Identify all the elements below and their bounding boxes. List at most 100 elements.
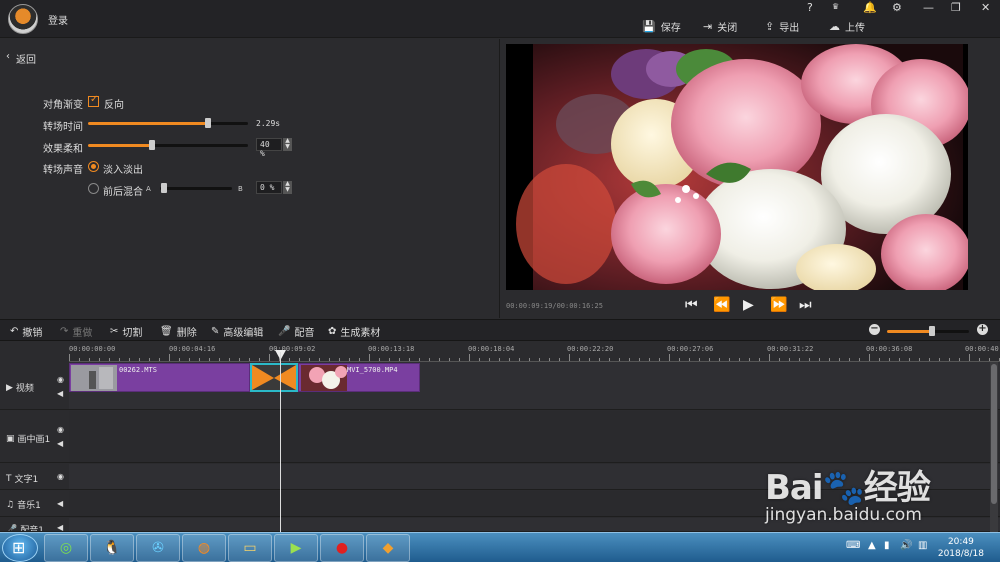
maximize-icon[interactable]: ❐: [951, 1, 961, 14]
softness-slider[interactable]: [88, 140, 248, 150]
eye-icon[interactable]: ◉: [57, 425, 64, 434]
fade-radio[interactable]: [88, 161, 99, 172]
softness-spinner[interactable]: ▲ ▼: [283, 138, 292, 151]
taskbar-app-editor[interactable]: ◆: [366, 534, 410, 562]
transition-settings-panel: ‹ 返回 对角渐变 反向 转场时间 2.29s 效果柔和 40 % ▲▼ 转场声…: [0, 39, 500, 318]
softness-input[interactable]: 40 %: [256, 138, 282, 158]
export-button[interactable]: ⇪ 导出: [765, 18, 799, 34]
tray-arrow-icon[interactable]: ▲: [868, 540, 876, 551]
zoom-slider[interactable]: [887, 326, 969, 336]
track-header-music[interactable]: ♫ 音乐1 ◀: [0, 491, 69, 517]
app-logo-avatar[interactable]: [8, 4, 38, 34]
taskbar-app-explorer[interactable]: ▭: [228, 534, 272, 562]
softness-slider-knob[interactable]: [149, 140, 155, 150]
ruler-tick: [609, 358, 610, 361]
mix-spinner[interactable]: ▲ ▼: [283, 181, 292, 194]
track-header-text[interactable]: T 文字1 ◉: [0, 464, 69, 490]
gear-icon[interactable]: ⚙: [892, 1, 902, 14]
volume-icon[interactable]: 🔊: [900, 540, 912, 551]
ruler-tick: [89, 358, 90, 361]
ruler-tick: [659, 358, 660, 361]
minimize-icon[interactable]: —: [923, 1, 934, 14]
redo-icon: ↷: [60, 326, 69, 337]
duration-slider[interactable]: [88, 118, 248, 128]
login-link[interactable]: 登录: [48, 12, 68, 27]
zoom-slider-knob[interactable]: [929, 326, 935, 336]
reverse-checkbox[interactable]: [88, 94, 99, 107]
redo-label: 重做: [72, 328, 93, 339]
back-button[interactable]: ‹ 返回: [6, 51, 36, 66]
upload-button[interactable]: ☁ 上传: [829, 18, 865, 34]
close-button[interactable]: ⇥ 关闭: [703, 18, 737, 34]
save-button[interactable]: 💾 保存: [642, 18, 681, 34]
speaker-icon[interactable]: ◀: [57, 499, 63, 508]
step-forward-icon[interactable]: ⏩: [770, 297, 787, 313]
taskbar-app-player[interactable]: ▶: [274, 534, 318, 562]
skip-start-icon[interactable]: ⏮: [685, 297, 698, 313]
ruler-tick: [909, 358, 910, 361]
delete-button[interactable]: 🗑 删除: [160, 324, 197, 339]
video-clip-2[interactable]: MVI_5700.MP4: [298, 363, 420, 392]
network-icon[interactable]: ▮: [884, 540, 890, 551]
zoom-out-button[interactable]: −: [869, 324, 880, 335]
audio-label: 转场声音: [43, 165, 83, 176]
track-body-pip[interactable]: [69, 411, 1000, 463]
ruler-tick: [849, 358, 850, 361]
ruler-tick: [189, 358, 190, 361]
taskbar-app-media[interactable]: ✇: [136, 534, 180, 562]
taskbar-app-360[interactable]: ◎: [44, 534, 88, 562]
play-icon[interactable]: ▶: [743, 297, 754, 313]
generate-button[interactable]: ✿ 生成素材: [328, 324, 380, 339]
track-body-video[interactable]: 00262.MTS MVI_5700.MP4: [69, 362, 1000, 410]
scrollbar-thumb[interactable]: [991, 364, 997, 504]
playhead-line[interactable]: [280, 352, 281, 532]
track-header-video[interactable]: ▶ 视频 ◉ ◀: [0, 362, 69, 410]
power-icon[interactable]: ▥: [918, 540, 927, 551]
step-back-icon[interactable]: ⏪: [713, 297, 730, 313]
eye-icon[interactable]: ◉: [57, 375, 64, 384]
microphone-icon: 🎤: [6, 524, 18, 532]
speaker-icon[interactable]: ◀: [57, 523, 63, 531]
timeline-scrollbar[interactable]: [990, 362, 998, 532]
transition-clip[interactable]: [250, 363, 298, 392]
ruler-tick: [639, 358, 640, 361]
clock-time: 20:49: [947, 537, 974, 547]
taskbar-clock[interactable]: 20:49 2018/8/18: [938, 536, 984, 560]
redo-button[interactable]: ↷ 重做: [60, 324, 92, 339]
duration-slider-knob[interactable]: [205, 118, 211, 128]
skip-end-icon[interactable]: ⏭: [799, 297, 812, 313]
zoom-in-button[interactable]: +: [977, 324, 988, 335]
ruler-tick: [99, 358, 100, 361]
tick-label: 00:00:22:20: [567, 345, 614, 353]
track-header-dub[interactable]: 🎤 配音1 ◀: [0, 518, 69, 532]
mix-input[interactable]: 0 %: [256, 181, 282, 194]
taskbar-app-qq[interactable]: 🐧: [90, 534, 134, 562]
mix-radio[interactable]: [88, 183, 99, 194]
ruler-tick: [149, 358, 150, 361]
video-clip-1[interactable]: 00262.MTS: [69, 363, 250, 392]
dub-button[interactable]: 🎤 配音: [278, 324, 314, 339]
preview-video[interactable]: [506, 44, 968, 290]
speaker-icon[interactable]: ◀: [57, 389, 63, 398]
vip-icon[interactable]: ♛: [832, 2, 839, 11]
eye-icon[interactable]: ◉: [57, 472, 64, 481]
undo-button[interactable]: ↶ 撤销: [10, 324, 42, 339]
help-icon[interactable]: ?: [807, 1, 813, 14]
speaker-icon[interactable]: ◀: [57, 439, 63, 448]
advanced-edit-button[interactable]: ✎ 高级编辑: [211, 324, 263, 339]
timeline-ruler[interactable]: 00:00:00:00 00:00:04:16 00:00:09:02 00:0…: [69, 342, 1000, 362]
ruler-tick: [229, 358, 230, 361]
taskbar-app-firefox[interactable]: ◍: [182, 534, 226, 562]
mix-slider[interactable]: [160, 183, 232, 193]
ruler-tick: [619, 358, 620, 361]
track-header-pip[interactable]: ▣ 画中画1 ◉ ◀: [0, 411, 69, 463]
softness-label: 效果柔和: [43, 144, 83, 155]
start-button[interactable]: [2, 534, 38, 562]
bell-icon[interactable]: 🔔: [863, 1, 877, 14]
dub-label: 配音: [294, 328, 315, 339]
mix-slider-knob[interactable]: [161, 183, 167, 193]
taskbar-app-recorder[interactable]: ●: [320, 534, 364, 562]
cut-button[interactable]: ✂ 切割: [110, 324, 142, 339]
keyboard-icon[interactable]: ⌨: [846, 540, 860, 551]
close-window-icon[interactable]: ✕: [981, 1, 990, 14]
